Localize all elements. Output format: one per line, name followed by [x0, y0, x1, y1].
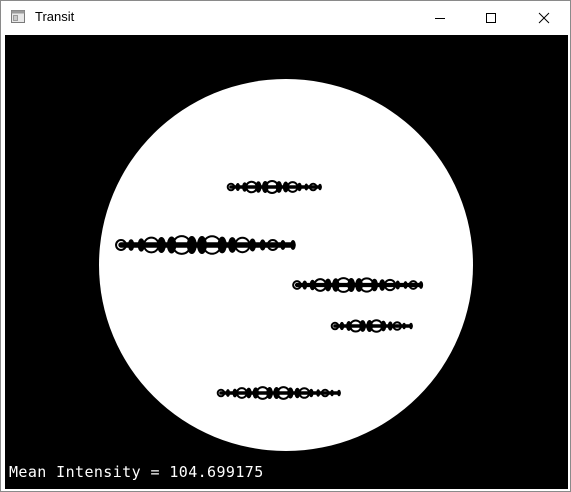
transit-blob	[275, 181, 283, 193]
transit-blob	[287, 387, 294, 399]
transit-blob	[127, 239, 135, 251]
minimize-icon	[435, 17, 445, 19]
transit-blob	[337, 389, 341, 397]
transit-blob	[245, 387, 252, 399]
transit-blob	[403, 281, 408, 289]
transit-blob	[418, 281, 424, 289]
transit-blob	[266, 387, 273, 399]
maximize-button[interactable]	[468, 1, 514, 34]
title-bar[interactable]: Transit	[1, 1, 570, 34]
close-button[interactable]	[521, 1, 567, 34]
transit-blob	[339, 321, 345, 331]
transit-blob	[347, 278, 356, 292]
transit-blob	[395, 280, 401, 290]
transit-blob	[359, 320, 366, 332]
close-icon	[538, 12, 550, 23]
transit-blob	[330, 389, 334, 397]
transit-blob	[308, 388, 314, 398]
transit-blob	[157, 237, 166, 253]
transit-image	[5, 35, 568, 489]
transit-blob	[280, 240, 286, 250]
transit-blob	[259, 239, 266, 251]
transit-blob	[297, 182, 302, 192]
transit-blob	[186, 236, 197, 254]
transit-blob	[217, 236, 227, 254]
transit-blob	[225, 389, 231, 397]
app-window-icon	[11, 10, 25, 23]
transit-blob	[255, 181, 262, 193]
transit-blob	[324, 278, 332, 292]
image-canvas[interactable]: Mean Intensity = 104.699175	[5, 35, 568, 489]
app-window: Transit Mean Intensity = 104.699175	[0, 0, 571, 492]
transit-blob	[387, 321, 393, 331]
transit-blob	[380, 320, 387, 332]
transit-blob	[290, 240, 296, 250]
minimize-button[interactable]	[417, 1, 463, 34]
stellar-disk	[99, 79, 473, 451]
transit-blob	[402, 322, 406, 330]
maximize-icon	[486, 12, 496, 23]
transit-blob	[371, 278, 378, 292]
transit-blob	[318, 183, 322, 191]
transit-blob	[304, 183, 309, 191]
transit-blob	[235, 182, 241, 192]
transit-blob	[316, 389, 321, 397]
window-title: Transit	[35, 9, 75, 24]
transit-blob	[248, 238, 257, 252]
mean-intensity-value: 104.699175	[169, 463, 264, 481]
transit-blob	[409, 322, 413, 330]
transit-blob	[302, 280, 308, 290]
mean-intensity-readout: Mean Intensity = 104.699175	[9, 463, 264, 481]
mean-intensity-label: Mean Intensity =	[9, 463, 170, 481]
